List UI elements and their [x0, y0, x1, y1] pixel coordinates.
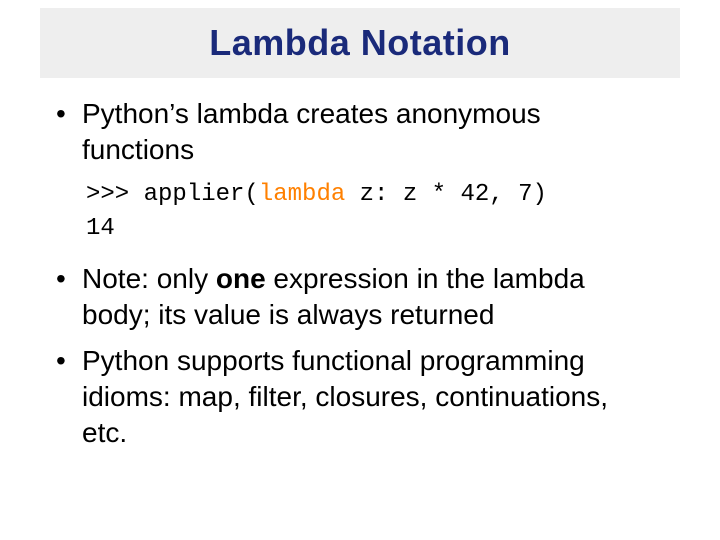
bullet-list: Python’s lambda creates anonymous functi… — [56, 96, 644, 450]
code-line2: 14 — [86, 215, 115, 242]
bullet-2-bold: one — [216, 263, 266, 294]
bullet-2-pre: Note: only — [82, 263, 216, 294]
slide: Lambda Notation Python’s lambda creates … — [0, 0, 720, 540]
bullet-item-1: Python’s lambda creates anonymous functi… — [56, 96, 644, 168]
code-line1-pre: >>> applier( — [86, 181, 259, 208]
slide-body: Python’s lambda creates anonymous functi… — [56, 96, 644, 460]
code-line1-post: z: z * 42, 7) — [345, 181, 547, 208]
bullet-item-2: Note: only one expression in the lambda … — [56, 261, 644, 333]
title-band: Lambda Notation — [40, 8, 680, 78]
code-block: >>> applier(lambda z: z * 42, 7) 14 — [86, 178, 644, 248]
bullet-3-text: Python supports functional programming i… — [82, 345, 608, 448]
code-keyword-lambda: lambda — [259, 181, 345, 208]
slide-title: Lambda Notation — [209, 22, 511, 64]
bullet-1-text: Python’s lambda creates anonymous functi… — [82, 98, 541, 165]
bullet-item-3: Python supports functional programming i… — [56, 343, 644, 450]
